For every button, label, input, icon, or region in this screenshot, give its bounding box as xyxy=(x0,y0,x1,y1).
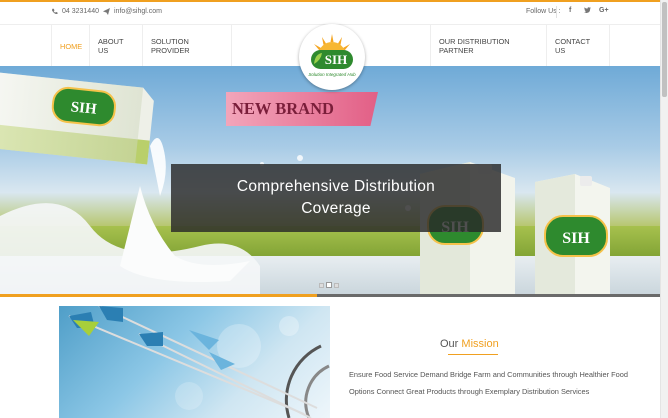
slide-progress-bar xyxy=(0,294,660,297)
paper-plane-icon xyxy=(103,8,110,15)
slide-progress-fill xyxy=(0,294,317,297)
nav-label: OUR DISTRIBUTION PARTNER xyxy=(439,37,510,55)
google-plus-icon[interactable]: G+ xyxy=(599,7,609,14)
slide-dot[interactable] xyxy=(334,282,339,288)
mission-heading: Our Mission xyxy=(440,338,499,350)
email-contact[interactable]: info@sihgl.com xyxy=(103,8,162,15)
nav-label: HOME xyxy=(60,41,83,51)
hero-slider[interactable]: SIH SIH SIH NEW BRAND Com xyxy=(0,66,660,296)
scrollbar[interactable] xyxy=(660,0,668,418)
nav-item-solution-provider[interactable]: SOLUTION PROVIDER xyxy=(143,25,232,67)
twitter-icon[interactable] xyxy=(584,7,591,15)
phone-number: 04 3231440 xyxy=(62,8,99,15)
top-bar: 04 3231440 info@sihgl.com Follow Us : f … xyxy=(0,2,660,24)
mission-image xyxy=(59,306,330,418)
nav-item-home[interactable]: HOME xyxy=(51,25,90,67)
carton-brand-text: SIH xyxy=(70,99,98,118)
svg-text:SIH: SIH xyxy=(562,230,590,247)
nav-item-distribution-partner[interactable]: OUR DISTRIBUTION PARTNER xyxy=(430,25,547,67)
ribbon-text: NEW BRAND xyxy=(232,99,334,118)
facebook-icon[interactable]: f xyxy=(569,7,571,14)
logo-tagline: Solution Integrated Hub xyxy=(308,72,356,77)
caption-line-1: Comprehensive Distribution xyxy=(236,178,436,195)
nav-label: CONTACT US xyxy=(555,37,591,55)
slide-dot[interactable] xyxy=(319,282,324,288)
mission-heading-part2: Mission xyxy=(461,338,499,350)
page: 04 3231440 info@sihgl.com Follow Us : f … xyxy=(0,0,668,418)
divider xyxy=(556,6,557,18)
slide-dot-active[interactable] xyxy=(326,282,332,288)
email-address: info@sihgl.com xyxy=(114,8,162,15)
slide-caption: Comprehensive Distribution Coverage xyxy=(171,164,501,232)
nav-label: SOLUTION PROVIDER xyxy=(151,37,190,55)
phone-icon xyxy=(52,8,58,15)
site-logo[interactable]: SIH Solution Integrated Hub xyxy=(299,24,365,90)
phone-contact[interactable]: 04 3231440 xyxy=(51,8,99,15)
nav-label: ABOUT US xyxy=(98,37,124,55)
mission-text: Ensure Food Service Demand Bridge Farm a… xyxy=(349,370,628,396)
logo-text: SIH xyxy=(325,52,347,67)
mission-underline xyxy=(448,354,498,355)
nav-item-contact-us[interactable]: CONTACT US xyxy=(547,25,610,67)
new-brand-ribbon: NEW BRAND xyxy=(226,92,378,126)
nav-item-about-us[interactable]: ABOUT US xyxy=(90,25,143,67)
scrollbar-thumb[interactable] xyxy=(662,2,667,97)
mission-heading-part1: Our xyxy=(440,338,459,350)
caption-line-2: Coverage xyxy=(301,200,371,217)
slide-pager xyxy=(319,282,339,288)
